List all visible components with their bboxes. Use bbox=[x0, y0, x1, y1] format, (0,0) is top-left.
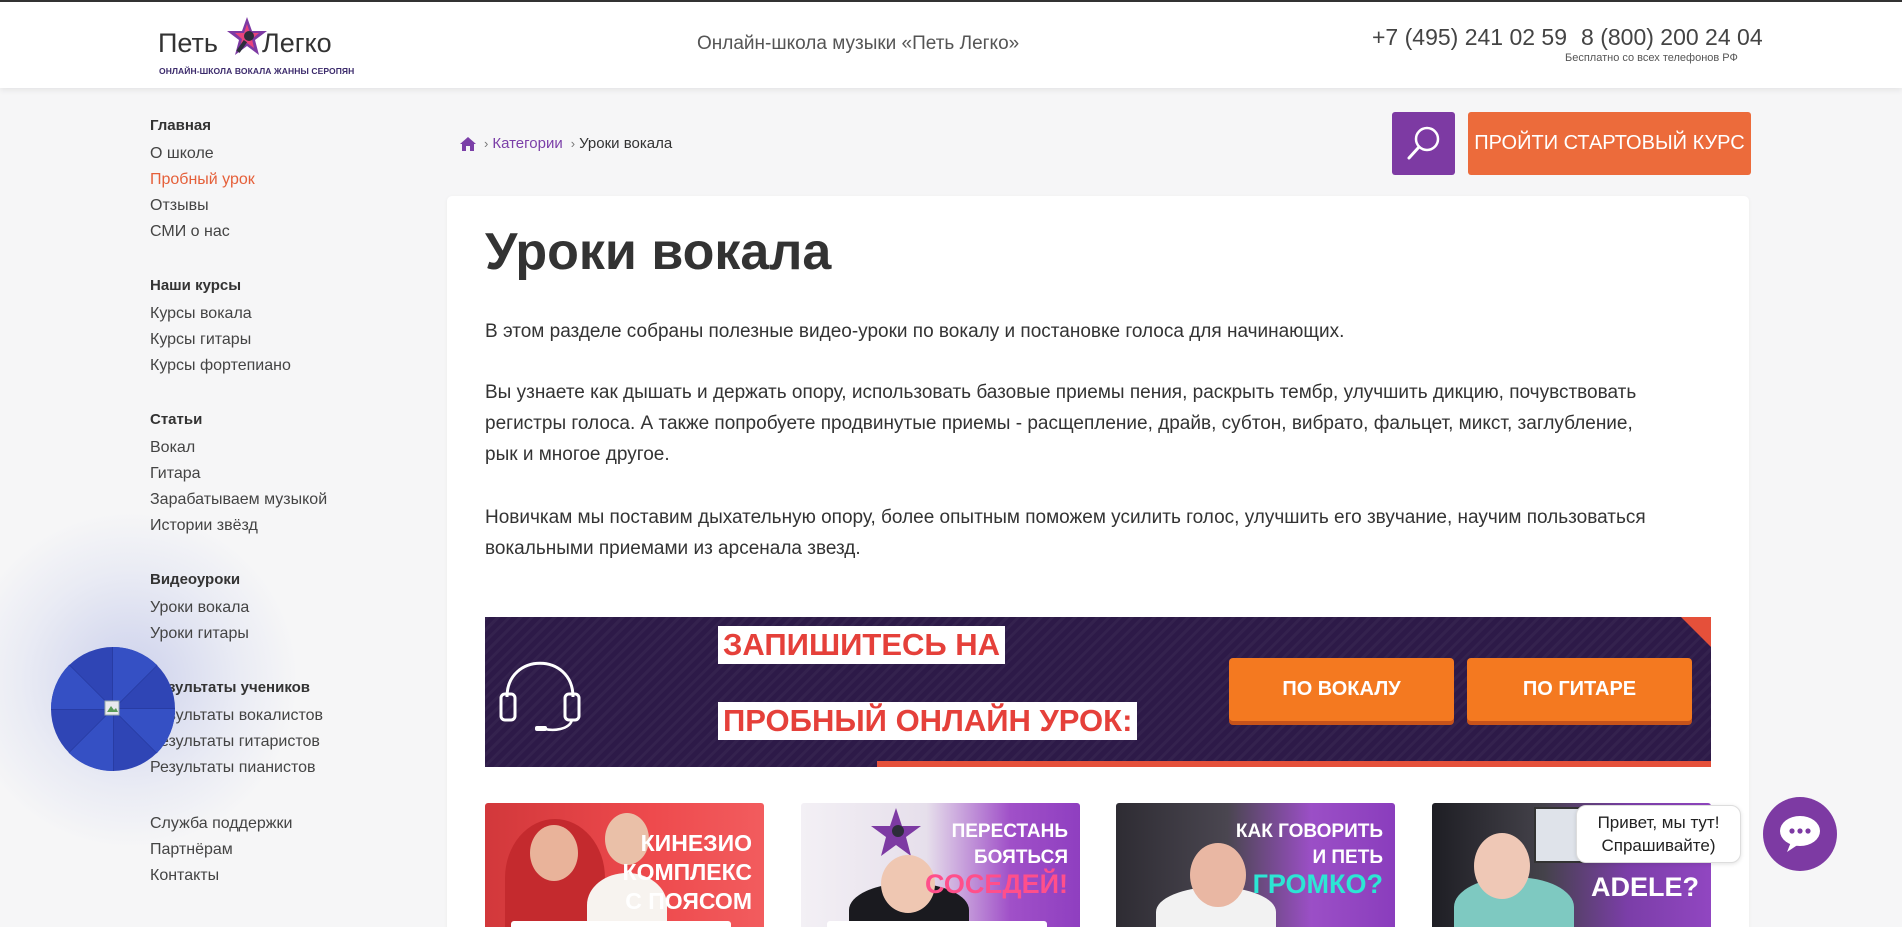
sidebar-item-guitar-lessons[interactable]: Уроки гитары bbox=[150, 621, 390, 647]
site-logo[interactable]: Петь Легко ОНЛАЙН-ШКОЛА ВОКАЛА ЖАННЫ СЕРО… bbox=[158, 14, 354, 80]
sidebar-item-support[interactable]: Служба поддержки bbox=[150, 811, 390, 837]
breadcrumb-current: Уроки вокала bbox=[579, 135, 673, 152]
video-title-line: КОМПЛЕКС bbox=[622, 859, 752, 885]
sidebar-nav: Главная О школе Пробный урок Отзывы СМИ … bbox=[150, 115, 390, 919]
vocal-trial-button[interactable]: ПО ВОКАЛУ bbox=[1229, 658, 1454, 721]
video-title-highlight: ГРОМКО? bbox=[1252, 869, 1383, 899]
video-title-line: ПЕРЕСТАНЬ bbox=[951, 821, 1068, 842]
sidebar-heading-articles[interactable]: Статьи bbox=[150, 409, 390, 430]
video-title: ПЕРЕСТАНЬ БОЯТЬСЯ СОСЕДЕЙ! bbox=[925, 819, 1068, 899]
sidebar-group-results: Результаты учеников Результаты вокалисто… bbox=[150, 677, 390, 781]
chat-greeting[interactable]: Привет, мы тут! Спрашивайте) bbox=[1576, 805, 1741, 863]
thumb-person bbox=[1474, 833, 1530, 899]
banner-headline-2: ПРОБНЫЙ ОНЛАЙН УРОК: bbox=[718, 702, 1138, 740]
start-course-button[interactable]: ПРОЙТИ СТАРТОВЫЙ КУРС bbox=[1468, 112, 1751, 175]
sidebar-item-vocal-lessons[interactable]: Уроки вокала bbox=[150, 595, 390, 621]
sidebar-item-piano-courses[interactable]: Курсы фортепиано bbox=[150, 353, 390, 379]
sidebar-heading-results[interactable]: Результаты учеников bbox=[150, 677, 390, 698]
sidebar-item-piano-results[interactable]: Результаты пианистов bbox=[150, 755, 390, 781]
sidebar-item-reviews[interactable]: Отзывы bbox=[150, 193, 390, 219]
chat-button[interactable] bbox=[1763, 797, 1837, 871]
page-title: Уроки вокала bbox=[485, 223, 832, 281]
star-microphone-icon bbox=[871, 808, 921, 856]
logo-subtitle: ОНЛАЙН-ШКОЛА ВОКАЛА ЖАННЫ СЕРОПЯН bbox=[159, 66, 355, 76]
intro-paragraph-2: Вы узнаете как дышать и держать опору, и… bbox=[485, 382, 1637, 465]
sidebar-item-media[interactable]: СМИ о нас bbox=[150, 219, 390, 245]
video-title: КИНЕЗИО КОМПЛЕКС С ПОЯСОМ bbox=[623, 829, 752, 916]
home-icon[interactable] bbox=[460, 136, 476, 151]
chat-icon bbox=[1780, 816, 1820, 852]
trial-lesson-banner: ЗАПИШИТЕСЬ НА ПРОБНЫЙ ОНЛАЙН УРОК: ПО ВО… bbox=[485, 617, 1711, 767]
video-card[interactable]: КАК ГОВОРИТЬ И ПЕТЬ ГРОМКО? bbox=[1116, 803, 1395, 927]
guitar-trial-button[interactable]: ПО ГИТАРЕ bbox=[1467, 658, 1692, 721]
chat-greeting-line: Спрашивайте) bbox=[1601, 836, 1716, 855]
logo-word-2: Легко bbox=[261, 28, 332, 58]
video-title-highlight: ADELE? bbox=[1591, 872, 1699, 902]
video-card[interactable]: ПЕРЕСТАНЬ БОЯТЬСЯ СОСЕДЕЙ! bbox=[801, 803, 1080, 927]
site-header: Петь Легко ОНЛАЙН-ШКОЛА ВОКАЛА ЖАННЫ СЕРО… bbox=[0, 2, 1902, 88]
intro-paragraph-3: Новичкам мы поставим дыхательную опору, … bbox=[485, 507, 1646, 559]
video-title: КАК ГОВОРИТЬ И ПЕТЬ ГРОМКО? bbox=[1235, 819, 1383, 899]
video-card[interactable]: КИНЕЗИО КОМПЛЕКС С ПОЯСОМ bbox=[485, 803, 764, 927]
sidebar-item-guitar-results[interactable]: Результаты гитаристов bbox=[150, 729, 390, 755]
sidebar-group-videos: Видеоуроки Уроки вокала Уроки гитары bbox=[150, 569, 390, 647]
sidebar-item-vocal[interactable]: Вокал bbox=[150, 435, 390, 461]
sidebar-item-guitar-courses[interactable]: Курсы гитары bbox=[150, 327, 390, 353]
video-title-highlight: СОСЕДЕЙ! bbox=[925, 869, 1068, 899]
sidebar-item-star-stories[interactable]: Истории звёзд bbox=[150, 513, 390, 539]
breadcrumb-categories[interactable]: Категории bbox=[492, 135, 562, 152]
sidebar-item-vocal-courses[interactable]: Курсы вокала bbox=[150, 301, 390, 327]
thumb-person bbox=[530, 825, 578, 881]
banner-corner bbox=[1681, 617, 1711, 647]
sidebar-item-guitar[interactable]: Гитара bbox=[150, 461, 390, 487]
breadcrumb: › Категории › Уроки вокала bbox=[460, 135, 672, 152]
thumb-caption-bar bbox=[827, 921, 1047, 927]
video-title: ADELE? bbox=[1591, 873, 1699, 902]
video-title-line: И ПЕТЬ bbox=[1312, 847, 1383, 868]
video-title-line: КИНЕЗИО bbox=[640, 830, 752, 856]
sidebar-item-vocal-results[interactable]: Результаты вокалистов bbox=[150, 703, 390, 729]
sidebar-heading-videos[interactable]: Видеоуроки bbox=[150, 569, 390, 590]
breadcrumb-separator-icon: › bbox=[484, 136, 489, 151]
search-button[interactable] bbox=[1392, 112, 1455, 175]
video-title-line: БОЯТЬСЯ bbox=[973, 847, 1068, 868]
banner-accent-line bbox=[877, 761, 1711, 767]
search-icon bbox=[1407, 126, 1440, 160]
banner-headline-1: ЗАПИШИТЕСЬ НА bbox=[718, 626, 1006, 664]
sidebar-heading-main[interactable]: Главная bbox=[150, 115, 390, 136]
phone-free[interactable]: 8 (800) 200 24 04 bbox=[1581, 24, 1763, 51]
video-title-line: С ПОЯСОМ bbox=[625, 888, 752, 914]
breadcrumb-separator-icon: › bbox=[570, 136, 576, 151]
intro-paragraph-1: В этом разделе собраны полезные видео-ур… bbox=[485, 321, 1345, 342]
star-microphone-icon bbox=[227, 17, 267, 55]
phone-numbers: +7 (495) 241 02 59 8 (800) 200 24 04 bbox=[1372, 24, 1763, 51]
sidebar-group-articles: Статьи Вокал Гитара Зарабатываем музыкой… bbox=[150, 409, 390, 539]
logo-word-1: Петь bbox=[158, 28, 218, 58]
header-tagline: Онлайн-школа музыки «Петь Легко» bbox=[697, 33, 1020, 54]
sidebar-group-courses: Наши курсы Курсы вокала Курсы гитары Кур… bbox=[150, 275, 390, 379]
sidebar-item-trial-lesson[interactable]: Пробный урок bbox=[150, 167, 390, 193]
sidebar-item-contacts[interactable]: Контакты bbox=[150, 863, 390, 889]
phone-moscow[interactable]: +7 (495) 241 02 59 bbox=[1372, 24, 1567, 51]
sidebar-item-earn-music[interactable]: Зарабатываем музыкой bbox=[150, 487, 390, 513]
phone-note: Бесплатно со всех телефонов РФ bbox=[1565, 52, 1738, 64]
thumb-caption-bar bbox=[511, 921, 731, 927]
chat-greeting-line: Привет, мы тут! bbox=[1597, 813, 1720, 832]
video-title-line: КАК ГОВОРИТЬ bbox=[1235, 821, 1383, 842]
headphones-icon bbox=[499, 661, 581, 732]
sidebar-group-main: Главная О школе Пробный урок Отзывы СМИ … bbox=[150, 115, 390, 245]
sidebar-item-about[interactable]: О школе bbox=[150, 141, 390, 167]
sidebar-group-service: Служба поддержки Партнёрам Контакты bbox=[150, 811, 390, 889]
fortune-wheel-widget[interactable] bbox=[50, 646, 176, 772]
sidebar-item-partners[interactable]: Партнёрам bbox=[150, 837, 390, 863]
sidebar-heading-courses[interactable]: Наши курсы bbox=[150, 275, 390, 296]
